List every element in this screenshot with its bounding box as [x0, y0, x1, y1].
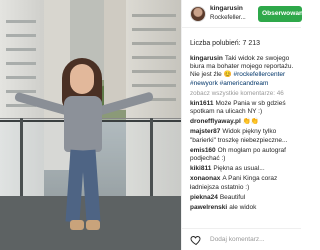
comment-text: Piękna as usual... [213, 165, 265, 173]
post-username[interactable]: kingarusin [210, 5, 243, 12]
woman-shoe-left [70, 220, 84, 230]
comment: majster87 Widok piękny tylko "barierki" t… [190, 128, 299, 144]
comment-text: Beautiful [219, 193, 246, 201]
comment-username[interactable]: emis160 [190, 147, 216, 154]
post-photo[interactable] [0, 0, 181, 250]
comments-list: kingarusin Taki widok ze swojego biura ma… [190, 55, 299, 223]
railing-post [150, 118, 153, 198]
post-footer: Dodaj komentarz... [182, 228, 301, 250]
comment-username[interactable]: kin1611 [190, 100, 214, 107]
comment: dronefflyaway.pl 👏👏 [190, 118, 299, 126]
comment: kin1611 Może Pania w sb gdzieś spotkam na… [190, 100, 299, 116]
smile-emoji: 😊 [223, 71, 232, 79]
woman-shoe-right [86, 220, 100, 230]
heart-icon[interactable] [190, 234, 202, 246]
comment-text: ale widok [229, 204, 257, 212]
follow-button[interactable]: Obserwowanie [258, 6, 302, 22]
comment-username[interactable]: pawelrenski [190, 204, 227, 211]
woman-face [70, 64, 94, 94]
comment: pawelrenski ale widok [190, 204, 299, 212]
post-header: kingarusin Rockefeller... Obserwowanie [182, 0, 302, 28]
comment: emis160 Oh mogłam po autograf podjechać :… [190, 147, 299, 163]
view-all-comments-link[interactable]: zobacz wszystkie komentarze: 46 [190, 90, 299, 97]
comment-username[interactable]: majster87 [190, 128, 220, 135]
likes-count[interactable]: Liczba polubień: 7 213 [190, 40, 260, 47]
comment-text: 👏👏 [242, 118, 259, 126]
woman-torso [64, 96, 102, 152]
caption-username[interactable]: kingarusin [190, 55, 223, 62]
comment-username[interactable]: dronefflyaway.pl [190, 118, 241, 125]
comment: piekna24 Beautiful [190, 194, 299, 202]
avatar[interactable] [190, 6, 206, 22]
comment: xonaonax A Pani Kinga coraz ładniejsza os… [190, 175, 299, 191]
railing-post [20, 118, 23, 198]
post-location[interactable]: Rockefeller... [210, 14, 246, 21]
comment-username[interactable]: kiki811 [190, 165, 211, 172]
comment-username[interactable]: piekna24 [190, 194, 218, 201]
caption: kingarusin Taki widok ze swojego biura ma… [190, 55, 299, 88]
comment-username[interactable]: xonaonax [190, 175, 220, 182]
add-comment-input[interactable]: Dodaj komentarz... [210, 236, 265, 243]
post-side-panel: kingarusin Rockefeller... Obserwowanie L… [181, 0, 302, 250]
comment: kiki811 Piękna as usual... [190, 165, 299, 173]
building-mid-3 [104, 0, 126, 110]
